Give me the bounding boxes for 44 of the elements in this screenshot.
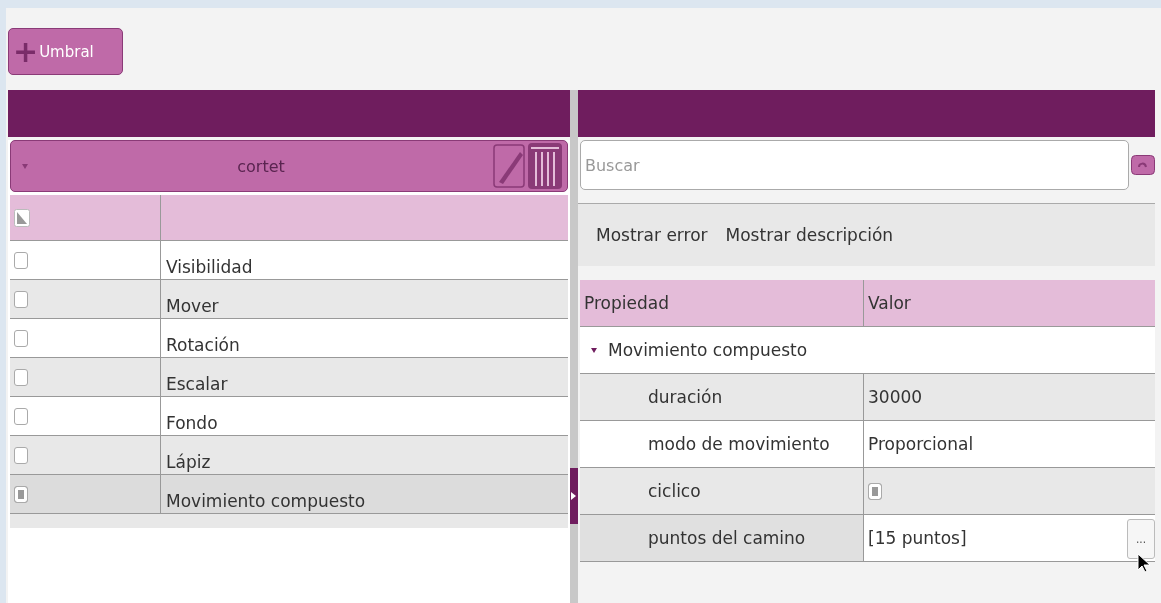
column-header: Valor [868,293,911,313]
search-field[interactable]: Buscar [580,140,1129,190]
layer-row[interactable]: Visibilidad [10,241,568,280]
pencil-icon[interactable] [493,144,525,188]
checkbox[interactable] [14,329,28,347]
layer-name: Rotación [166,335,240,355]
property-name: ciclico [648,481,701,501]
group-title: cortet [236,156,286,176]
checkbox[interactable] [14,485,28,503]
layer-row[interactable]: Lápiz [10,436,568,475]
column-header: Propiedad [584,293,669,313]
tri-state-checkbox[interactable] [14,208,30,227]
expand-arrow-icon[interactable] [590,346,598,354]
layer-row[interactable]: Mover [10,280,568,319]
trash-icon[interactable] [527,142,563,190]
layer-name: Lápiz [166,452,211,472]
layer-row[interactable]: Escalar [10,358,568,397]
layer-name: Movimiento compuesto [166,491,366,511]
property-group-row[interactable]: Movimiento compuesto [580,327,1155,374]
option-toggle[interactable]: Mostrar error [596,225,708,245]
property-value[interactable]: 30000 [868,387,923,407]
edit-button[interactable]: ... [1127,519,1155,559]
layer-row[interactable]: Movimiento compuesto [10,475,568,514]
layer-name: Visibilidad [166,257,253,277]
checkbox[interactable] [14,290,28,308]
checkbox[interactable] [14,446,28,464]
property-name: duración [648,387,723,407]
layer-name: Fondo [166,413,218,433]
checkbox[interactable] [14,407,28,425]
layer-name: Mover [166,296,219,316]
layer-row[interactable]: Fondo [10,397,568,436]
checkbox[interactable] [14,368,28,386]
property-name: puntos del camino [648,528,806,548]
clear-search-icon[interactable] [1131,155,1155,175]
checkbox[interactable] [868,482,882,500]
layer-row[interactable]: Rotación [10,319,568,358]
checkbox[interactable] [14,251,28,269]
group-label: Movimiento compuesto [608,340,808,360]
property-value[interactable]: Proporcional [868,434,974,454]
splitter-handle[interactable] [570,468,578,524]
property-value: [15 puntos] [868,528,968,548]
option-toggle[interactable]: Mostrar descripción [725,225,894,245]
property-name: modo de movimiento [648,434,830,454]
layer-name: Escalar [166,374,228,394]
